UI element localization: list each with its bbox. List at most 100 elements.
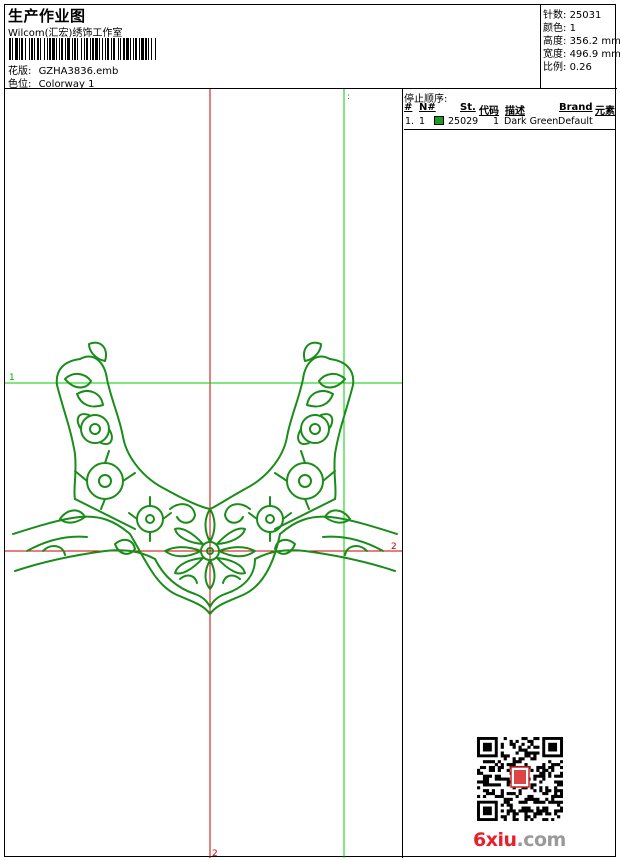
barcode [9, 38, 156, 60]
qr-module [488, 774, 493, 778]
qr-module [533, 783, 537, 787]
qr-module [533, 815, 537, 819]
qr-module [530, 818, 534, 821]
barcode-bar [99, 38, 100, 60]
qr-module [524, 818, 528, 821]
qr-module [506, 803, 510, 807]
qr-module [548, 800, 552, 804]
qr-module [542, 806, 546, 810]
qr-module [509, 739, 513, 743]
qr-module [477, 780, 481, 784]
qr-module [512, 757, 516, 761]
stat-label: 比例: [543, 62, 567, 73]
barcode-bar [40, 38, 41, 60]
qr-module [548, 771, 552, 775]
qr-module [491, 768, 495, 772]
qr-module [551, 800, 555, 804]
qr-module [527, 806, 531, 810]
row-stitches: 25029 [448, 116, 479, 127]
qr-module [554, 800, 558, 804]
barcode-bar [9, 38, 11, 60]
qr-module [548, 774, 552, 778]
row-needle: 1 [419, 116, 426, 127]
qr-module [503, 754, 507, 758]
qr-module [545, 806, 549, 810]
qr-module [503, 757, 507, 761]
qr-module [509, 792, 513, 796]
qr-module [477, 794, 481, 799]
qr-module [560, 783, 563, 787]
qr-module [488, 783, 493, 787]
qr-module [518, 789, 522, 793]
barcode-bar [105, 38, 106, 60]
qr-module [554, 763, 558, 767]
barcode-bar [29, 38, 30, 60]
barcode-bar [49, 38, 51, 60]
qr-module [560, 806, 563, 810]
qr-module [512, 792, 516, 796]
qr-module [560, 800, 563, 804]
qr-module [557, 774, 561, 778]
qr-module [488, 792, 493, 796]
qr-module [518, 748, 522, 752]
qr-module [545, 792, 549, 796]
qr-module [560, 792, 563, 796]
barcode-bar [74, 38, 76, 60]
qr-module [500, 754, 504, 758]
qr-module [500, 777, 504, 781]
qr-module [557, 803, 561, 807]
qr-module [530, 794, 534, 799]
qr-module [548, 812, 552, 816]
qr-module [542, 792, 546, 796]
qr-module [479, 765, 484, 770]
qr-module [530, 757, 534, 761]
qr-module [494, 763, 498, 767]
page-title: 生产作业图 [8, 7, 86, 25]
qr-module [500, 745, 504, 749]
qr-module [530, 786, 534, 790]
barcode-bar [111, 38, 112, 60]
qr-module [545, 768, 549, 772]
qr-module [542, 765, 546, 770]
qr-module [554, 774, 558, 778]
qr-module [512, 760, 516, 764]
qr-module [530, 751, 534, 755]
guide-marker-2: 2 [391, 542, 397, 552]
qr-module [533, 774, 537, 778]
qr-module [506, 754, 510, 758]
barcode-bar [81, 38, 82, 60]
guide-marker-dot: : [347, 92, 350, 102]
qr-module [530, 783, 534, 787]
qr-module [521, 757, 525, 761]
qr-module [545, 786, 549, 790]
qr-module [548, 760, 552, 764]
qr-module [551, 818, 555, 821]
barcode-bar [151, 38, 152, 60]
header-info-panel: 生产作业图 Wilcom(汇宏)绣饰工作室 花版: GZHA3836.emb 色… [5, 5, 541, 90]
qr-module [533, 812, 537, 816]
qr-module [530, 809, 534, 813]
colorway-row: 色位: Colorway 1 [8, 75, 94, 90]
qr-module [503, 818, 507, 821]
qr-module [518, 757, 522, 761]
qr-module [506, 792, 510, 796]
qr-module [503, 815, 507, 819]
qr-module [482, 794, 487, 799]
qr-module [557, 780, 561, 784]
qr-module [503, 800, 507, 804]
qr-module [533, 777, 537, 781]
qr-module [485, 789, 490, 793]
qr-module [521, 806, 525, 810]
qr-module [491, 760, 495, 764]
qr-module [560, 789, 563, 793]
company-name: Wilcom(汇宏)绣饰工作室 [8, 28, 123, 39]
qr-module [533, 745, 537, 749]
row-brand: Default [558, 116, 593, 127]
qr-module [527, 797, 531, 801]
qr-module [551, 765, 555, 770]
qr-module [545, 797, 549, 801]
qr-module [521, 737, 525, 741]
qr-module [554, 812, 558, 816]
design-stats-panel: 针数: 25031 颜色: 1 高度: 356.2 mm 宽度: 496.9 m… [541, 5, 620, 89]
qr-module [477, 786, 481, 790]
